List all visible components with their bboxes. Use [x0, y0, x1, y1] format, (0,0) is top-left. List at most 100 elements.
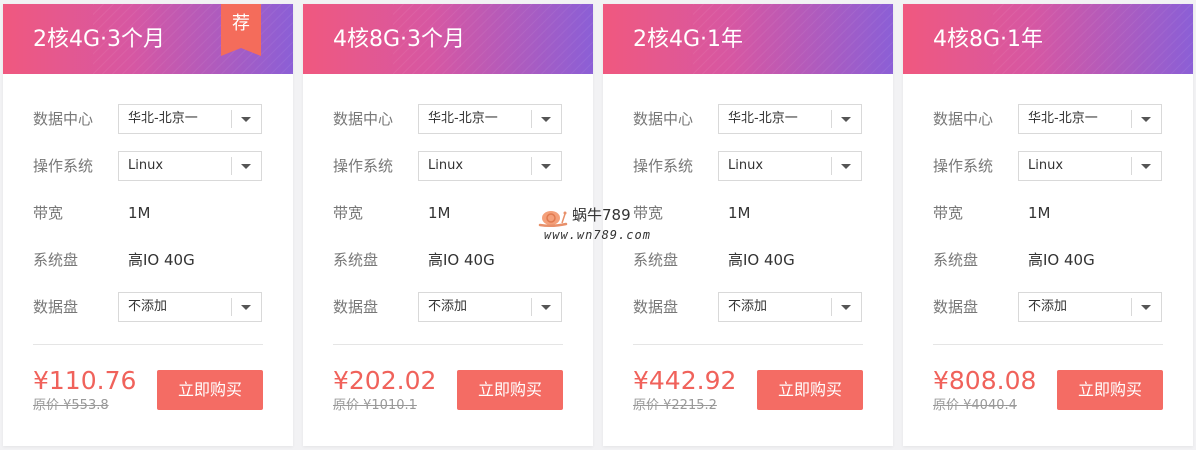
os-select[interactable]: Linux: [1018, 151, 1162, 181]
buy-button[interactable]: 立即购买: [1057, 370, 1163, 410]
os-select[interactable]: Linux: [718, 151, 862, 181]
chevron-down-icon: [541, 117, 551, 122]
plan-card-1: 2核4G·3个月 荐 数据中心 华北-北京一 操作系统 Linux 带宽 1M …: [3, 4, 293, 446]
data-disk-label: 数据盘: [933, 298, 979, 316]
chevron-down-icon: [1141, 305, 1151, 310]
data-disk-select[interactable]: 不添加: [418, 292, 562, 322]
price: ¥202.02: [333, 366, 437, 395]
plan-title: 4核8G·3个月: [333, 27, 466, 52]
datacenter-select[interactable]: 华北-北京一: [118, 104, 262, 134]
system-disk-value: 高IO 40G: [728, 251, 795, 269]
plan-title: 2核4G·1年: [633, 27, 744, 52]
divider: [33, 344, 263, 345]
data-disk-value: 不添加: [128, 299, 168, 314]
chevron-down-icon: [241, 305, 251, 310]
bandwidth-value: 1M: [728, 204, 751, 222]
chevron-down-icon: [541, 164, 551, 169]
datacenter-select[interactable]: 华北-北京一: [418, 104, 562, 134]
datacenter-label: 数据中心: [633, 110, 694, 128]
datacenter-row: 数据中心 华北-北京一: [33, 104, 263, 134]
chevron-down-icon: [241, 164, 251, 169]
chevron-down-icon: [1141, 164, 1151, 169]
datacenter-label: 数据中心: [33, 110, 94, 128]
datacenter-value: 华北-北京一: [128, 111, 198, 126]
os-row: 操作系统 Linux: [633, 151, 863, 181]
chevron-down-icon: [1141, 117, 1151, 122]
os-label: 操作系统: [933, 157, 994, 175]
data-disk-label: 数据盘: [333, 298, 379, 316]
bandwidth-label: 带宽: [33, 204, 64, 222]
datacenter-label: 数据中心: [933, 110, 994, 128]
os-value: Linux: [428, 158, 464, 173]
datacenter-select[interactable]: 华北-北京一: [718, 104, 862, 134]
os-row: 操作系统 Linux: [33, 151, 263, 181]
bandwidth-row: 带宽 1M: [933, 198, 1163, 228]
price: ¥110.76: [33, 366, 137, 395]
plan-card-3: 2核4G·1年 数据中心 华北-北京一 操作系统 Linux 带宽 1M 系统盘…: [603, 4, 893, 446]
original-price: 原价 ¥2215.2: [633, 398, 717, 413]
buy-button[interactable]: 立即购买: [157, 370, 263, 410]
bandwidth-label: 带宽: [333, 204, 364, 222]
buy-button[interactable]: 立即购买: [457, 370, 563, 410]
original-price: 原价 ¥4040.4: [933, 398, 1017, 413]
os-label: 操作系统: [33, 157, 94, 175]
os-select[interactable]: Linux: [418, 151, 562, 181]
system-disk-value: 高IO 40G: [428, 251, 495, 269]
datacenter-select[interactable]: 华北-北京一: [1018, 104, 1162, 134]
bandwidth-value: 1M: [128, 204, 151, 222]
system-disk-row: 系统盘 高IO 40G: [633, 245, 863, 275]
plan-card-2: 4核8G·3个月 数据中心 华北-北京一 操作系统 Linux 带宽 1M 系统…: [303, 4, 593, 446]
data-disk-label: 数据盘: [633, 298, 679, 316]
data-disk-value: 不添加: [728, 299, 768, 314]
divider: [933, 344, 1163, 345]
system-disk-label: 系统盘: [633, 251, 679, 269]
datacenter-row: 数据中心 华北-北京一: [333, 104, 563, 134]
datacenter-value: 华北-北京一: [428, 111, 498, 126]
data-disk-row: 数据盘 不添加: [333, 292, 563, 322]
system-disk-value: 高IO 40G: [1028, 251, 1095, 269]
system-disk-label: 系统盘: [33, 251, 79, 269]
price: ¥442.92: [633, 366, 737, 395]
buy-button[interactable]: 立即购买: [757, 370, 863, 410]
os-row: 操作系统 Linux: [933, 151, 1163, 181]
price: ¥808.08: [933, 366, 1037, 395]
plan-title: 4核8G·1年: [933, 27, 1044, 52]
os-label: 操作系统: [333, 157, 394, 175]
data-disk-select[interactable]: 不添加: [118, 292, 262, 322]
plan-title: 2核4G·3个月: [33, 27, 166, 52]
bandwidth-row: 带宽 1M: [333, 198, 563, 228]
bandwidth-row: 带宽 1M: [33, 198, 263, 228]
os-value: Linux: [1028, 158, 1064, 173]
system-disk-label: 系统盘: [933, 251, 979, 269]
bandwidth-value: 1M: [1028, 204, 1051, 222]
data-disk-select[interactable]: 不添加: [1018, 292, 1162, 322]
system-disk-row: 系统盘 高IO 40G: [333, 245, 563, 275]
bandwidth-value: 1M: [428, 204, 451, 222]
datacenter-value: 华北-北京一: [728, 111, 798, 126]
divider: [633, 344, 863, 345]
system-disk-label: 系统盘: [333, 251, 379, 269]
plan-header: 4核8G·3个月: [303, 4, 593, 74]
data-disk-row: 数据盘 不添加: [33, 292, 263, 322]
os-label: 操作系统: [633, 157, 694, 175]
data-disk-value: 不添加: [1028, 299, 1068, 314]
chevron-down-icon: [241, 117, 251, 122]
datacenter-row: 数据中心 华北-北京一: [633, 104, 863, 134]
os-select[interactable]: Linux: [118, 151, 262, 181]
data-disk-row: 数据盘 不添加: [633, 292, 863, 322]
os-value: Linux: [128, 158, 164, 173]
system-disk-value: 高IO 40G: [128, 251, 195, 269]
original-price: 原价 ¥1010.1: [333, 398, 417, 413]
os-value: Linux: [728, 158, 764, 173]
divider: [333, 344, 563, 345]
chevron-down-icon: [841, 164, 851, 169]
data-disk-value: 不添加: [428, 299, 468, 314]
data-disk-select[interactable]: 不添加: [718, 292, 862, 322]
recommend-badge: 荐: [221, 4, 261, 56]
bandwidth-label: 带宽: [933, 204, 964, 222]
system-disk-row: 系统盘 高IO 40G: [33, 245, 263, 275]
plan-card-4: 4核8G·1年 数据中心 华北-北京一 操作系统 Linux 带宽 1M 系统盘…: [903, 4, 1193, 446]
plan-header: 2核4G·1年: [603, 4, 893, 74]
original-price: 原价 ¥553.8: [33, 398, 109, 413]
data-disk-label: 数据盘: [33, 298, 79, 316]
